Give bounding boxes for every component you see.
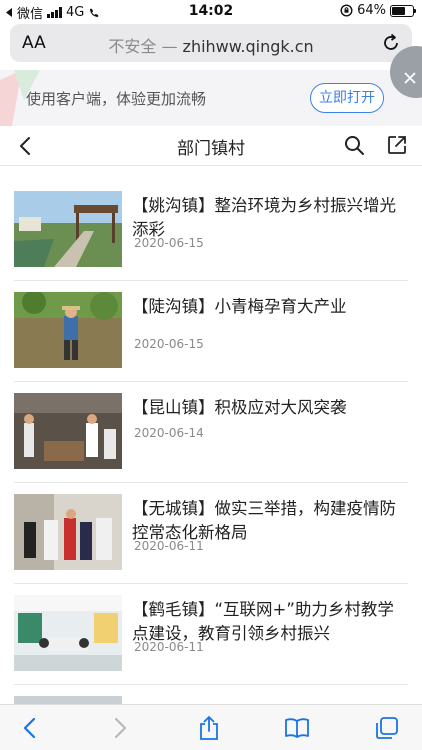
security-warning: 不安全	[108, 37, 157, 56]
url-display[interactable]: 不安全 — zhihww.qingk.cn	[10, 33, 412, 57]
open-app-button[interactable]: 立即打开	[310, 83, 384, 113]
thumbnail-image	[14, 494, 122, 570]
article-title: 【姚沟镇】整治环境为乡村振兴增光添彩	[132, 196, 396, 239]
article-thumbnail	[14, 494, 122, 570]
battery-icon	[390, 4, 416, 17]
battery-percent: 64%	[357, 3, 386, 18]
article-item[interactable]: 【无城镇】做实三举措，构建疫情防控常态化新格局 2020-06-11	[14, 483, 408, 584]
article-date: 2020-06-15	[134, 236, 204, 250]
article-title: 【鹤毛镇】“互联网+”助力乡村教学点建设，教育引领乡村振兴	[132, 600, 394, 643]
share-sheet-icon[interactable]	[196, 715, 222, 741]
bookmarks-icon[interactable]	[284, 715, 310, 741]
browser-toolbar	[0, 704, 422, 750]
battery-fill	[392, 6, 405, 15]
search-icon[interactable]	[343, 134, 365, 156]
thumbnail-image	[14, 191, 122, 267]
article-thumbnail	[14, 393, 122, 469]
article-title: 【无城镇】做实三举措，构建疫情防控常态化新格局	[132, 499, 396, 542]
article-item[interactable]: 【陡沟镇】小青梅孕育大产业 2020-06-15	[14, 281, 408, 382]
share-icon[interactable]	[386, 134, 408, 156]
article-title: 【陡沟镇】小青梅孕育大产业	[132, 297, 347, 316]
article-thumbnail	[14, 595, 122, 671]
page-header: 部门镇村	[0, 126, 422, 166]
thumbnail-image	[14, 292, 122, 368]
article-title: 【昆山镇】积极应对大风突袭	[132, 398, 347, 417]
banner-text: 使用客户端，体验更加流畅	[26, 90, 207, 108]
reload-icon[interactable]	[380, 32, 402, 54]
article-date: 2020-06-15	[134, 337, 204, 351]
status-right: 64%	[340, 3, 416, 18]
thumbnail-image	[14, 595, 122, 671]
article-item[interactable]: 【姚沟镇】整治环境为乡村振兴增光添彩 2020-06-15	[14, 180, 408, 281]
article-date: 2020-06-11	[134, 640, 204, 654]
article-date: 2020-06-11	[134, 539, 204, 553]
article-item[interactable]: 【鹤毛镇】“互联网+”助力乡村教学点建设，教育引领乡村振兴 2020-06-11	[14, 584, 408, 685]
url-separator: —	[161, 37, 178, 56]
app-banner: 使用客户端，体验更加流畅 立即打开	[0, 46, 422, 126]
status-bar: 微信 4G 14:02 64%	[0, 0, 422, 22]
article-item[interactable]: 【昆山镇】积极应对大风突袭 2020-06-14	[14, 382, 408, 483]
orientation-lock-icon	[340, 4, 353, 17]
browser-back-icon[interactable]	[18, 715, 44, 741]
article-thumbnail	[14, 292, 122, 368]
tabs-icon[interactable]	[374, 715, 400, 741]
browser-forward-icon[interactable]	[106, 715, 132, 741]
url-domain: zhihww.qingk.cn	[182, 37, 314, 56]
thumbnail-image	[14, 393, 122, 469]
close-icon	[404, 72, 416, 84]
address-bar[interactable]: AA 不安全 — zhihww.qingk.cn	[10, 24, 412, 62]
article-date: 2020-06-14	[134, 426, 204, 440]
article-thumbnail	[14, 191, 122, 267]
